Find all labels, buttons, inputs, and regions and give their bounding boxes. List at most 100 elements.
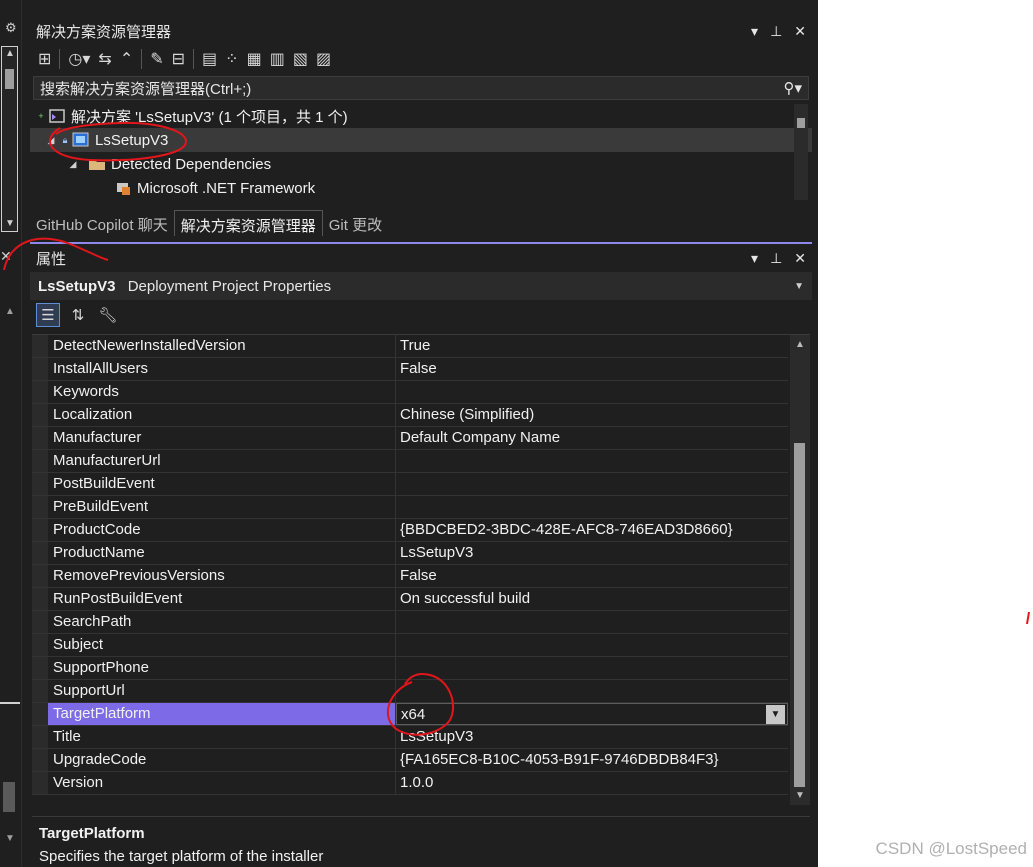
property-name[interactable]: Keywords — [48, 381, 396, 403]
property-name[interactable]: Subject — [48, 634, 396, 656]
categorized-icon[interactable]: ☰ — [36, 303, 60, 327]
tree-item-dependencies[interactable]: ◢ Detected Dependencies — [30, 152, 812, 176]
property-name[interactable]: SearchPath — [48, 611, 396, 633]
chevron-down-icon[interactable]: ◢ — [66, 159, 80, 170]
property-value[interactable] — [396, 657, 788, 679]
dropdown-icon[interactable]: ▾ — [751, 23, 758, 40]
property-value[interactable]: True — [396, 335, 788, 357]
property-value[interactable] — [396, 381, 788, 403]
sync-icon[interactable]: ⇆ — [98, 49, 111, 69]
plus-icon[interactable]: + — [34, 111, 48, 121]
property-name[interactable]: PreBuildEvent — [48, 496, 396, 518]
search-icon[interactable]: ⚲▾ — [783, 79, 802, 97]
property-value[interactable]: On successful build — [396, 588, 788, 610]
property-value[interactable] — [396, 680, 788, 702]
property-row[interactable]: UpgradeCode {FA165EC8-B10C-4053-B91F-9746… — [32, 749, 788, 772]
scroll-up-icon[interactable]: ▲ — [795, 339, 805, 350]
property-value[interactable]: False — [396, 565, 788, 587]
property-name[interactable]: Version — [48, 772, 396, 794]
property-name[interactable]: SupportPhone — [48, 657, 396, 679]
property-value[interactable]: LsSetupV3 — [396, 542, 788, 564]
left-scrollbar[interactable]: ▲ ▼ — [1, 46, 18, 232]
property-name[interactable]: RemovePreviousVersions — [48, 565, 396, 587]
property-value[interactable] — [396, 450, 788, 472]
property-row[interactable]: RemovePreviousVersions False — [32, 565, 788, 588]
property-row[interactable]: TargetPlatform x64 ▼ — [32, 703, 788, 726]
property-row[interactable]: PreBuildEvent — [32, 496, 788, 519]
scroll-thumb[interactable] — [5, 69, 14, 89]
close-icon[interactable]: ✕ — [0, 248, 12, 265]
property-name[interactable]: ProductName — [48, 542, 396, 564]
scroll-down-icon[interactable]: ▼ — [795, 790, 805, 801]
property-row[interactable]: ManufacturerUrl — [32, 450, 788, 473]
object-selector[interactable]: LsSetupV3 Deployment Project Properties … — [30, 272, 812, 300]
file-types-editor-icon[interactable]: ▦ — [247, 49, 262, 69]
property-name[interactable]: TargetPlatform — [48, 703, 396, 725]
property-row[interactable]: Manufacturer Default Company Name — [32, 427, 788, 450]
tree-scrollbar[interactable] — [794, 104, 808, 200]
property-value[interactable]: Chinese (Simplified) — [396, 404, 788, 426]
property-value[interactable] — [396, 611, 788, 633]
dropdown-icon[interactable]: ▾ — [751, 250, 758, 267]
property-value[interactable]: 1.0.0 — [396, 772, 788, 794]
property-row[interactable]: ProductName LsSetupV3 — [32, 542, 788, 565]
property-value[interactable]: {BBDCBED2-3BDC-428E-AFC8-746EAD3D8660} — [396, 519, 788, 541]
close-icon[interactable]: ✕ — [794, 250, 806, 267]
properties-icon[interactable]: ⊟ — [172, 49, 185, 69]
wrench-icon[interactable]: ✎ — [150, 49, 163, 69]
property-name[interactable]: DetectNewerInstalledVersion — [48, 335, 396, 357]
scroll-up-icon[interactable]: ▲ — [5, 48, 15, 59]
scroll-thumb[interactable] — [3, 782, 15, 812]
chevron-down-icon[interactable]: ◢ — [44, 135, 58, 146]
property-row[interactable]: Title LsSetupV3 — [32, 726, 788, 749]
tree-item-dotnet[interactable]: Microsoft .NET Framework — [30, 176, 812, 200]
user-interface-editor-icon[interactable]: ▥ — [270, 49, 285, 69]
property-pages-icon[interactable]: 🔧︎ — [96, 303, 120, 327]
property-name[interactable]: PostBuildEvent — [48, 473, 396, 495]
scroll-up-icon[interactable]: ▲ — [5, 306, 15, 317]
alphabetical-icon[interactable]: ⇅ — [66, 303, 90, 327]
property-name[interactable]: Title — [48, 726, 396, 748]
property-value[interactable]: {FA165EC8-B10C-4053-B91F-9746DBDB84F3} — [396, 749, 788, 771]
property-name[interactable]: SupportUrl — [48, 680, 396, 702]
property-value[interactable]: False — [396, 358, 788, 380]
tab-copilot-chat[interactable]: GitHub Copilot 聊天 — [30, 210, 174, 236]
property-row[interactable]: PostBuildEvent — [32, 473, 788, 496]
tab-solution-explorer[interactable]: 解决方案资源管理器 — [173, 210, 323, 236]
property-row[interactable]: Keywords — [32, 381, 788, 404]
property-value[interactable] — [396, 473, 788, 495]
chevron-down-icon[interactable]: ▼ — [794, 281, 804, 292]
history-icon[interactable]: ◷▾ — [68, 49, 90, 69]
property-name[interactable]: Localization — [48, 404, 396, 426]
property-name[interactable]: ProductCode — [48, 519, 396, 541]
property-row[interactable]: Subject — [32, 634, 788, 657]
tree-item-solution[interactable]: + 解决方案 'LsSetupV3' (1 个项目，共 1 个) — [30, 104, 812, 128]
dropdown-button[interactable]: ▼ — [766, 705, 785, 724]
property-row[interactable]: RunPostBuildEvent On successful build — [32, 588, 788, 611]
launch-conditions-editor-icon[interactable]: ▨ — [316, 49, 331, 69]
scroll-thumb[interactable] — [797, 118, 805, 128]
property-value[interactable] — [396, 496, 788, 518]
registry-editor-icon[interactable]: ⁘ — [225, 49, 238, 69]
property-value[interactable]: x64 ▼ — [396, 703, 788, 725]
pin-icon[interactable]: ⊥ — [770, 23, 782, 40]
property-name[interactable]: RunPostBuildEvent — [48, 588, 396, 610]
property-value[interactable] — [396, 634, 788, 656]
gear-icon[interactable]: ⚙ — [5, 20, 17, 36]
tab-git-changes[interactable]: Git 更改 — [323, 210, 388, 236]
property-name[interactable]: ManufacturerUrl — [48, 450, 396, 472]
property-row[interactable]: InstallAllUsers False — [32, 358, 788, 381]
property-row[interactable]: ProductCode {BBDCBED2-3BDC-428E-AFC8-746E… — [32, 519, 788, 542]
file-system-editor-icon[interactable]: ▤ — [202, 49, 217, 69]
collapse-all-icon[interactable]: ⌃ — [120, 49, 133, 69]
property-row[interactable]: SupportPhone — [32, 657, 788, 680]
property-row[interactable]: SearchPath — [32, 611, 788, 634]
close-icon[interactable]: ✕ — [794, 23, 806, 40]
scroll-down-icon[interactable]: ▼ — [5, 833, 15, 844]
property-row[interactable]: SupportUrl — [32, 680, 788, 703]
pin-icon[interactable]: ⊥ — [770, 250, 782, 267]
property-row[interactable]: Localization Chinese (Simplified) — [32, 404, 788, 427]
scroll-down-icon[interactable]: ▼ — [5, 218, 15, 229]
property-value[interactable]: LsSetupV3 — [396, 726, 788, 748]
property-name[interactable]: Manufacturer — [48, 427, 396, 449]
